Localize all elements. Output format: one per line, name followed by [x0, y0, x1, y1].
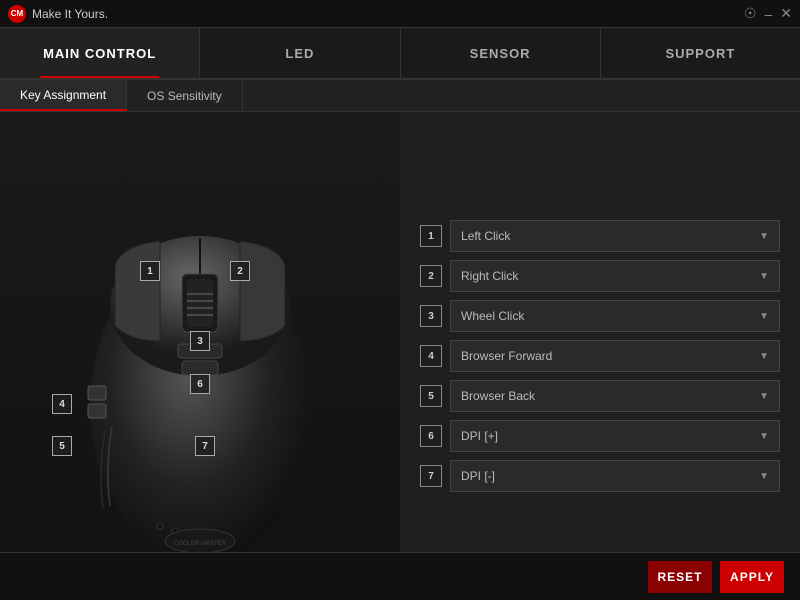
button-label-7: 7	[195, 436, 215, 456]
button-label-3: 3	[190, 331, 210, 351]
assignments-panel: 1 Left Click ▼ 2 Right Click ▼ 3 Wheel C…	[400, 112, 800, 600]
chevron-down-icon: ▼	[759, 271, 769, 282]
assignment-num-6: 6	[420, 425, 442, 447]
tab-support[interactable]: SUPPORT	[601, 28, 800, 78]
sub-tabs: Key Assignment OS Sensitivity	[0, 80, 800, 112]
app-title: Make It Yours.	[32, 7, 744, 21]
tab-main-control[interactable]: MAIN CONTROL	[0, 28, 200, 78]
assignment-num-7: 7	[420, 465, 442, 487]
chevron-down-icon: ▼	[759, 391, 769, 402]
title-bar: CM Make It Yours. ☉ – ✕	[0, 0, 800, 28]
chevron-down-icon: ▼	[759, 471, 769, 482]
button-label-4: 4	[52, 394, 72, 414]
app-logo: CM	[8, 5, 26, 23]
close-icon[interactable]: ✕	[780, 5, 792, 22]
assignment-dropdown-6[interactable]: DPI [+] ▼	[450, 420, 780, 452]
assignment-row-4: 4 Browser Forward ▼	[420, 340, 780, 372]
mouse-diagram-area: COOLER MASTER 1 2 3 6 4 5 7	[0, 112, 400, 600]
assignment-dropdown-7[interactable]: DPI [-] ▼	[450, 460, 780, 492]
globe-icon[interactable]: ☉	[744, 5, 757, 22]
assignment-row-5: 5 Browser Back ▼	[420, 380, 780, 412]
chevron-down-icon: ▼	[759, 231, 769, 242]
main-nav: MAIN CONTROL LED SENSOR SUPPORT	[0, 28, 800, 80]
mouse-svg: COOLER MASTER	[30, 146, 370, 566]
assignment-row-7: 7 DPI [-] ▼	[420, 460, 780, 492]
subtab-key-assignment[interactable]: Key Assignment	[0, 80, 127, 111]
mouse-diagram: COOLER MASTER 1 2 3 6 4 5 7	[30, 146, 370, 566]
assignment-num-2: 2	[420, 265, 442, 287]
svg-text:COOLER MASTER: COOLER MASTER	[174, 541, 227, 547]
assignment-num-3: 3	[420, 305, 442, 327]
chevron-down-icon: ▼	[759, 431, 769, 442]
assignment-dropdown-2[interactable]: Right Click ▼	[450, 260, 780, 292]
minimize-icon[interactable]: –	[764, 6, 772, 22]
button-label-5: 5	[52, 436, 72, 456]
assignment-row-1: 1 Left Click ▼	[420, 220, 780, 252]
button-label-1: 1	[140, 261, 160, 281]
assignment-dropdown-5[interactable]: Browser Back ▼	[450, 380, 780, 412]
content-area: COOLER MASTER 1 2 3 6 4 5 7 1 Left Click…	[0, 112, 800, 600]
assignment-row-3: 3 Wheel Click ▼	[420, 300, 780, 332]
bottom-bar: RESET APPLY	[0, 552, 800, 600]
tab-sensor[interactable]: SENSOR	[401, 28, 601, 78]
apply-button[interactable]: APPLY	[720, 561, 784, 593]
tab-led[interactable]: LED	[200, 28, 400, 78]
assignment-num-4: 4	[420, 345, 442, 367]
button-label-2: 2	[230, 261, 250, 281]
reset-button[interactable]: RESET	[648, 561, 712, 593]
subtab-os-sensitivity[interactable]: OS Sensitivity	[127, 80, 243, 111]
assignment-row-6: 6 DPI [+] ▼	[420, 420, 780, 452]
assignment-dropdown-4[interactable]: Browser Forward ▼	[450, 340, 780, 372]
assignment-dropdown-3[interactable]: Wheel Click ▼	[450, 300, 780, 332]
button-label-6: 6	[190, 374, 210, 394]
chevron-down-icon: ▼	[759, 351, 769, 362]
assignment-dropdown-1[interactable]: Left Click ▼	[450, 220, 780, 252]
assignment-row-2: 2 Right Click ▼	[420, 260, 780, 292]
assignment-num-5: 5	[420, 385, 442, 407]
chevron-down-icon: ▼	[759, 311, 769, 322]
window-controls: ☉ – ✕	[744, 5, 792, 22]
assignment-num-1: 1	[420, 225, 442, 247]
